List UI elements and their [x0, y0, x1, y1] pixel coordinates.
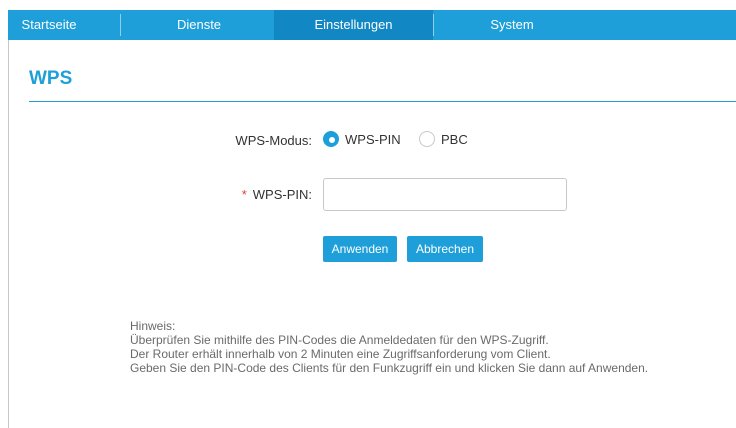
- title-divider: [29, 101, 736, 102]
- tab-einstellungen[interactable]: Einstellungen: [274, 10, 433, 40]
- wps-pin-label-text: WPS-PIN:: [252, 187, 312, 202]
- radio-pbc-label: PBC: [441, 131, 468, 147]
- apply-button[interactable]: Anwenden: [323, 236, 397, 262]
- hint-line: Überprüfen Sie mithilfe des PIN-Codes di…: [130, 333, 549, 347]
- tab-separator: [433, 14, 434, 36]
- hint-line: Der Router erhält innerhalb von 2 Minute…: [130, 347, 551, 361]
- radio-checked-icon: [323, 131, 339, 147]
- wps-pin-label: * WPS-PIN:: [180, 187, 312, 202]
- radio-pbc[interactable]: PBC: [419, 131, 468, 147]
- tab-startseite[interactable]: Startseite: [8, 10, 90, 40]
- required-marker: *: [241, 187, 247, 202]
- cancel-button[interactable]: Abbrechen: [407, 236, 483, 262]
- radio-wps-pin[interactable]: WPS-PIN: [323, 131, 401, 147]
- radio-unchecked-icon: [419, 131, 435, 147]
- content-left-border: [8, 40, 9, 428]
- wps-pin-input[interactable]: [323, 178, 567, 211]
- hint-title: Hinweis:: [130, 319, 176, 333]
- tab-system[interactable]: System: [448, 10, 576, 40]
- hint-line: Geben Sie den PIN-Code des Clients für d…: [130, 361, 649, 375]
- hint-box: Hinweis: Überprüfen Sie mithilfe des PIN…: [130, 319, 690, 375]
- top-navigation: Startseite Dienste Einstellungen System: [8, 10, 736, 40]
- tab-separator: [120, 14, 121, 36]
- wps-mode-label: WPS-Modus:: [235, 133, 312, 148]
- page-title: WPS: [29, 68, 73, 89]
- tab-dienste[interactable]: Dienste: [140, 10, 258, 40]
- radio-wps-pin-label: WPS-PIN: [345, 131, 401, 147]
